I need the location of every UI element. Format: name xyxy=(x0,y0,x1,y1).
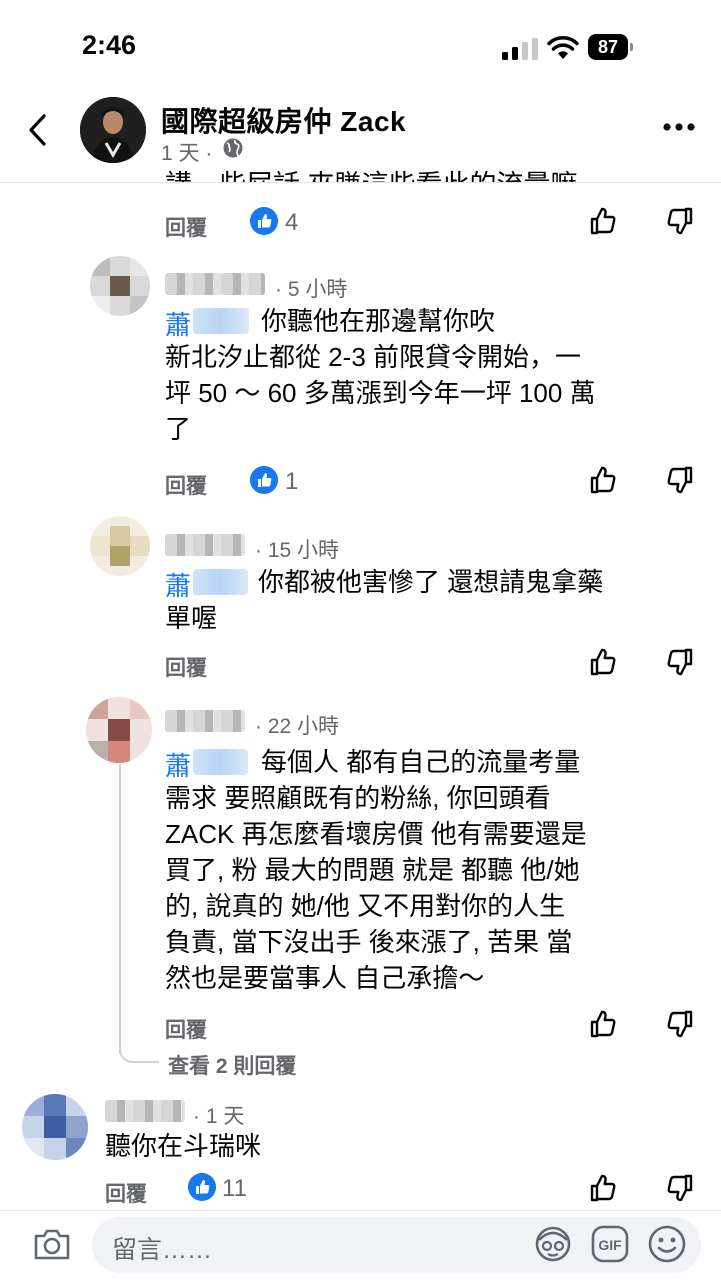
comment-text-line: 然也是要當事人 自己承擔～ xyxy=(165,963,485,993)
comment-time: · 5 小時 xyxy=(275,278,348,301)
avatar-sticker-icon[interactable] xyxy=(533,1224,573,1264)
thumbs-up-icon[interactable] xyxy=(588,646,620,678)
page-avatar[interactable] xyxy=(80,97,146,163)
reply-button[interactable]: 回覆 xyxy=(165,1014,207,1044)
comment-time: · 1 天 xyxy=(193,1105,245,1128)
comment-time: · 15 小時 xyxy=(255,539,340,562)
battery-indicator: 87 xyxy=(588,34,634,60)
globe-icon xyxy=(223,138,243,158)
thumbs-up-icon[interactable] xyxy=(588,1008,620,1040)
comment-text-line: 聽你在斗瑞咪 xyxy=(105,1131,262,1161)
reply-button[interactable]: 回覆 xyxy=(165,652,207,682)
status-time: 2:46 xyxy=(82,30,137,60)
thread-line xyxy=(119,764,121,1054)
reply-button[interactable]: 回覆 xyxy=(165,470,207,500)
comment-text-line: 你聽他在那邊幫你吹 xyxy=(261,306,496,336)
view-replies-link[interactable]: 查看 2 則回覆 xyxy=(168,1050,296,1080)
commenter-name-blurred[interactable] xyxy=(165,710,245,732)
comment-text-line: 你都被他害慘了 還想請鬼拿藥 xyxy=(258,567,604,597)
comment-text-line: 買了, 粉 最大的問題 就是 都聽 他/她 xyxy=(165,855,580,885)
thumbs-down-icon[interactable] xyxy=(663,1172,695,1204)
commenter-name-blurred[interactable] xyxy=(105,1100,185,1122)
battery-level: 87 xyxy=(588,34,628,60)
commenter-avatar[interactable] xyxy=(86,697,152,763)
commenter-avatar[interactable] xyxy=(90,516,150,576)
page-name[interactable]: 國際超級房仲 Zack xyxy=(161,100,406,140)
commenter-name-blurred[interactable] xyxy=(165,273,265,295)
reply-button[interactable]: 回覆 xyxy=(105,1178,147,1208)
thumbs-down-icon[interactable] xyxy=(663,646,695,678)
mention-name[interactable]: 蕭 xyxy=(165,566,191,603)
thumbs-down-icon[interactable] xyxy=(663,1008,695,1040)
thread-connector xyxy=(119,1040,159,1063)
mention-name[interactable]: 蕭 xyxy=(165,746,191,783)
cellular-signal-icon xyxy=(502,38,538,60)
commenter-avatar[interactable] xyxy=(90,256,150,316)
comment-input-placeholder: 留言…… xyxy=(112,1236,213,1264)
comment-text-line: ZACK 再怎麼看壞房價 他有需要還是 xyxy=(165,819,587,849)
thumbs-up-icon[interactable] xyxy=(588,464,620,496)
chevron-left-icon[interactable] xyxy=(24,112,52,148)
header-divider xyxy=(0,182,721,183)
composer-divider xyxy=(0,1210,721,1211)
mention-blurred xyxy=(193,308,249,334)
commenter-avatar[interactable] xyxy=(22,1094,88,1160)
emoji-icon[interactable] xyxy=(647,1224,687,1264)
wifi-icon xyxy=(547,36,579,59)
thumbs-down-icon[interactable] xyxy=(663,464,695,496)
like-count: 11 xyxy=(222,1175,247,1202)
commenter-name-blurred[interactable] xyxy=(165,534,245,556)
mention-blurred xyxy=(193,569,248,595)
like-reaction-icon xyxy=(250,466,278,494)
like-reaction-icon xyxy=(250,207,278,235)
comment-text-line: 了 xyxy=(165,414,192,444)
mention-name[interactable]: 蕭 xyxy=(165,305,191,342)
comment-text-line: 單喔 xyxy=(165,603,218,633)
comment-text-line: 每個人 都有自己的流量考量 xyxy=(261,747,581,777)
comment-text-line: 新北汐止都從 2-3 前限貸令開始，一 xyxy=(165,342,582,372)
like-count: 1 xyxy=(285,468,299,495)
comment-text-partial: 講一些屁話 來賺這些看此的流量嘛 xyxy=(165,160,578,182)
comment-text-line: 負責, 當下沒出手 後來漲了, 苦果 當 xyxy=(165,927,573,957)
thumbs-up-icon[interactable] xyxy=(588,1172,620,1204)
reply-button[interactable]: 回覆 xyxy=(165,212,207,242)
thumbs-down-icon[interactable] xyxy=(663,205,695,237)
svg-text:GIF: GIF xyxy=(598,1237,622,1253)
more-horizontal-icon[interactable] xyxy=(662,122,696,132)
thumbs-up-icon[interactable] xyxy=(588,205,620,237)
mention-blurred xyxy=(193,749,248,775)
comment-text-line: 需求 要照顧既有的粉絲, 你回頭看 xyxy=(165,783,551,813)
gif-icon[interactable]: GIF xyxy=(590,1224,630,1264)
camera-icon[interactable] xyxy=(32,1226,72,1262)
like-reaction-icon xyxy=(188,1173,216,1201)
comment-text-line: 坪 50 ～ 60 多萬漲到今年一坪 100 萬 xyxy=(165,378,596,408)
comment-time: · 22 小時 xyxy=(255,715,340,738)
like-count: 4 xyxy=(285,209,299,236)
comment-text-line: 的, 說真的 她/他 又不用對你的人生 xyxy=(165,891,566,921)
